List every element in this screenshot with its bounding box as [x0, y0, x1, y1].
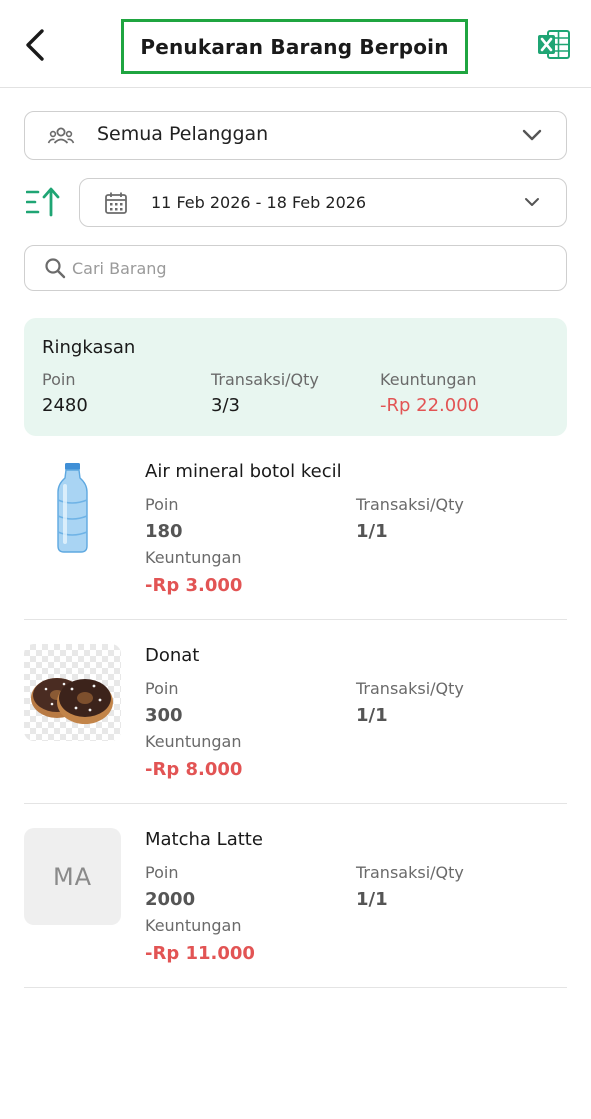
- search-input[interactable]: [72, 255, 542, 281]
- chevron-left-icon: [26, 29, 44, 61]
- back-button[interactable]: [20, 26, 50, 64]
- item-transaksi-label: Transaksi/Qty: [356, 863, 464, 882]
- item-poin-value: 180: [145, 521, 183, 542]
- list-item[interactable]: MA Matcha Latte Poin 2000 Transaksi/Qty …: [24, 804, 567, 988]
- item-keuntungan-value: -Rp 11.000: [145, 943, 255, 964]
- export-excel-button[interactable]: [537, 29, 571, 61]
- item-transaksi-value: 1/1: [356, 889, 388, 910]
- summary-poin-label: Poin: [42, 370, 76, 389]
- summary-keuntungan-value: -Rp 22.000: [380, 395, 480, 416]
- item-keuntungan-label: Keuntungan: [145, 916, 242, 935]
- customer-select[interactable]: Semua Pelanggan: [24, 111, 567, 160]
- page-title: Penukaran Barang Berpoin: [140, 34, 449, 59]
- summary-keuntungan: Keuntungan -Rp 22.000: [380, 370, 479, 416]
- app-header: Penukaran Barang Berpoin: [0, 0, 591, 88]
- summary-poin: Poin 2480: [42, 370, 88, 416]
- summary-keuntungan-label: Keuntungan: [380, 370, 477, 389]
- item-poin-value: 2000: [145, 889, 196, 910]
- chevron-down-icon: [525, 198, 539, 206]
- search-box[interactable]: [24, 245, 567, 291]
- item-transaksi-value: 1/1: [356, 521, 388, 542]
- summary-title: Ringkasan: [42, 337, 136, 358]
- list-item[interactable]: Air mineral botol kecil Poin 180 Transak…: [24, 436, 567, 620]
- item-poin-value: 300: [145, 705, 183, 726]
- item-poin-label: Poin: [145, 863, 179, 882]
- people-icon: [47, 127, 75, 144]
- item-transaksi-value: 1/1: [356, 705, 388, 726]
- calendar-icon: [105, 192, 127, 214]
- excel-icon: [538, 30, 570, 59]
- item-keuntungan-label: Keuntungan: [145, 548, 242, 567]
- item-keuntungan-label: Keuntungan: [145, 732, 242, 751]
- sort-button[interactable]: [25, 186, 60, 218]
- item-transaksi-label: Transaksi/Qty: [356, 679, 464, 698]
- item-thumbnail: MA: [24, 828, 121, 925]
- summary-card: Ringkasan Poin 2480 Transaksi/Qty 3/3 Ke…: [24, 318, 567, 436]
- item-name: Donat: [145, 645, 200, 666]
- date-range-value: 11 Feb 2026 - 18 Feb 2026: [151, 193, 367, 212]
- customer-select-value: Semua Pelanggan: [97, 123, 269, 145]
- summary-transaksi: Transaksi/Qty 3/3: [211, 370, 319, 416]
- page-title-box: Penukaran Barang Berpoin: [121, 19, 468, 74]
- item-poin-label: Poin: [145, 495, 179, 514]
- search-icon: [45, 258, 66, 279]
- chevron-down-icon: [522, 129, 542, 141]
- item-thumbnail: [24, 644, 121, 741]
- list-item[interactable]: Donat Poin 300 Transaksi/Qty 1/1 Keuntun…: [24, 620, 567, 804]
- item-name: Air mineral botol kecil: [145, 461, 342, 482]
- summary-transaksi-value: 3/3: [211, 395, 240, 416]
- sort-ascending-icon: [25, 187, 60, 217]
- item-initials: MA: [52, 862, 93, 891]
- summary-poin-value: 2480: [42, 395, 88, 416]
- donut-image: [31, 678, 113, 724]
- item-thumbnail: [24, 460, 121, 557]
- item-poin-label: Poin: [145, 679, 179, 698]
- item-keuntungan-value: -Rp 3.000: [145, 575, 243, 596]
- item-transaksi-label: Transaksi/Qty: [356, 495, 464, 514]
- date-range-select[interactable]: 11 Feb 2026 - 18 Feb 2026: [79, 178, 567, 227]
- water-bottle-image: [57, 463, 88, 553]
- item-name: Matcha Latte: [145, 829, 263, 850]
- summary-transaksi-label: Transaksi/Qty: [211, 370, 319, 389]
- item-keuntungan-value: -Rp 8.000: [145, 759, 243, 780]
